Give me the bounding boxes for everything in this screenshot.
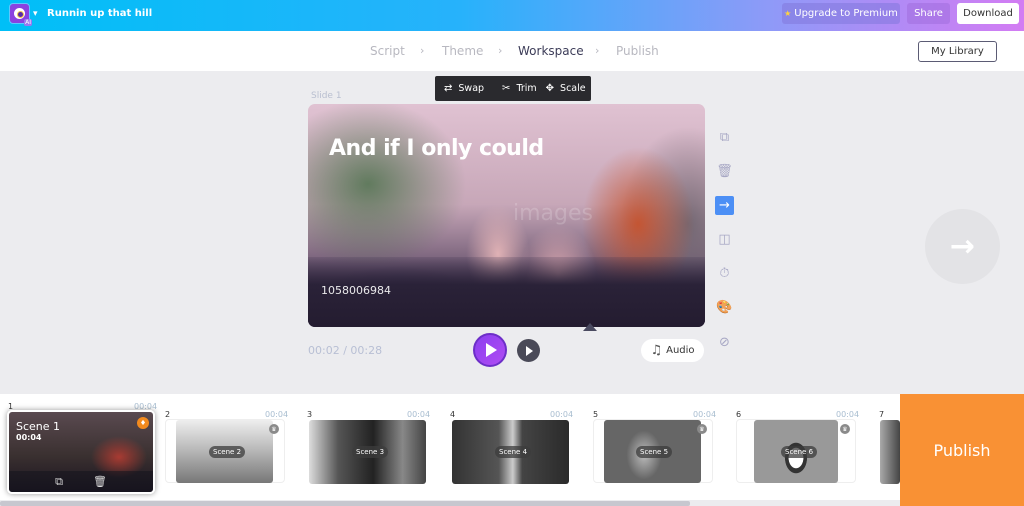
palette-icon[interactable]: 🎨	[715, 298, 734, 317]
trim-button[interactable]: ✂ Trim	[502, 83, 537, 94]
scene-title: Scene 5	[636, 446, 673, 458]
download-button[interactable]: Download	[957, 3, 1019, 24]
hide-icon[interactable]: ⊘	[715, 333, 734, 352]
timeline-scrollbar[interactable]	[0, 500, 900, 506]
crown-icon: ♛	[840, 424, 850, 434]
step-publish[interactable]: Publish	[616, 44, 659, 58]
upgrade-label: Upgrade to Premium	[794, 8, 898, 19]
scene-duration: 00:04	[693, 410, 717, 419]
logo-eye-icon	[14, 8, 25, 19]
audio-button[interactable]: ♫ Audio	[641, 339, 704, 362]
time-display: 00:02 / 00:28	[308, 344, 383, 357]
layout-icon[interactable]: ◫	[715, 230, 734, 249]
scale-label: Scale	[560, 83, 586, 94]
stock-id-watermark: 1058006984	[321, 284, 391, 297]
scene-number: 6	[736, 410, 742, 419]
scene-duration: 00:04	[550, 410, 574, 419]
scene-number: 4	[450, 410, 456, 419]
scrollbar-thumb[interactable]	[0, 501, 690, 506]
step-workspace[interactable]: Workspace	[518, 44, 584, 58]
app-logo[interactable]: AI	[9, 3, 32, 26]
logo-ai-badge: AI	[24, 19, 32, 26]
scene-duration: 00:04	[407, 410, 431, 419]
scene-title: Scene 6	[781, 446, 818, 458]
swap-button[interactable]: ⇄ Swap	[444, 83, 484, 94]
slide-toolbar: ⇄ Swap ✂ Trim ✥ Scale	[435, 76, 591, 101]
star-icon: ★	[784, 9, 792, 18]
publish-button[interactable]: Publish	[900, 394, 1024, 506]
top-bar: AI ▾ Runnin up that hill ★ Upgrade to Pr…	[0, 0, 1024, 31]
playhead-marker[interactable]	[583, 323, 597, 331]
step-separator-icon: ›	[420, 44, 425, 57]
duplicate-icon[interactable]: ⧉	[715, 128, 734, 147]
scene-number: 7	[879, 410, 885, 419]
crown-icon: ♛	[269, 424, 279, 434]
scene-number: 3	[307, 410, 313, 419]
stock-watermark: images	[513, 201, 593, 226]
transition-arrow-icon[interactable]: →	[715, 196, 734, 215]
scene-item-active[interactable]: Scene 1 00:04 ♦ ⧉ 🗑	[7, 410, 155, 494]
slide-canvas[interactable]: images And if I only could 1058006984	[308, 104, 705, 327]
scene-title: Scene 3	[352, 446, 389, 458]
share-button[interactable]: Share	[907, 3, 950, 24]
next-slide-button[interactable]: →	[925, 209, 1000, 284]
swap-icon: ⇄	[444, 83, 453, 94]
step-navigation: Script › Theme › Workspace › Publish My …	[0, 31, 1024, 71]
lyric-text[interactable]: And if I only could	[329, 136, 544, 161]
scene-thumbnail	[880, 420, 900, 484]
trim-label: Trim	[516, 83, 537, 94]
scale-button[interactable]: ✥ Scale	[546, 83, 586, 94]
my-library-button[interactable]: My Library	[918, 41, 997, 62]
play-all-button[interactable]	[473, 333, 507, 367]
step-script[interactable]: Script	[370, 44, 405, 58]
upgrade-premium-button[interactable]: ★ Upgrade to Premium	[782, 3, 900, 24]
move-arrows-icon: ✥	[545, 83, 555, 94]
play-slide-button[interactable]	[517, 339, 540, 362]
music-note-icon: ♫	[650, 343, 663, 358]
audio-label: Audio	[666, 345, 695, 356]
scene-duration: 00:04	[836, 410, 860, 419]
project-title[interactable]: Runnin up that hill	[47, 8, 152, 19]
scene-actions: ⧉ 🗑	[9, 471, 153, 492]
scene-number: 2	[165, 410, 171, 419]
scene-duration: 00:04	[16, 433, 42, 442]
step-separator-icon: ›	[498, 44, 503, 57]
scene-duration: 00:04	[265, 410, 289, 419]
play-icon	[526, 345, 533, 356]
play-icon	[486, 343, 497, 357]
scene-title: Scene 2	[209, 446, 246, 458]
trash-icon[interactable]: 🗑	[715, 162, 734, 181]
duplicate-scene-icon[interactable]: ⧉	[55, 475, 63, 489]
scissors-icon: ✂	[502, 83, 511, 94]
scene-title: Scene 1	[16, 420, 61, 433]
slide-label: Slide 1	[311, 91, 342, 101]
step-theme[interactable]: Theme	[442, 44, 483, 58]
timer-icon[interactable]: ⏱	[715, 264, 734, 283]
delete-scene-icon[interactable]: 🗑	[93, 475, 107, 488]
step-separator-icon: ›	[595, 44, 600, 57]
scene-number: 5	[593, 410, 599, 419]
scene-title: Scene 4	[495, 446, 532, 458]
crown-icon: ♛	[697, 424, 707, 434]
swap-label: Swap	[458, 83, 485, 94]
chevron-down-icon[interactable]: ▾	[33, 9, 38, 19]
premium-gem-icon: ♦	[137, 417, 149, 429]
